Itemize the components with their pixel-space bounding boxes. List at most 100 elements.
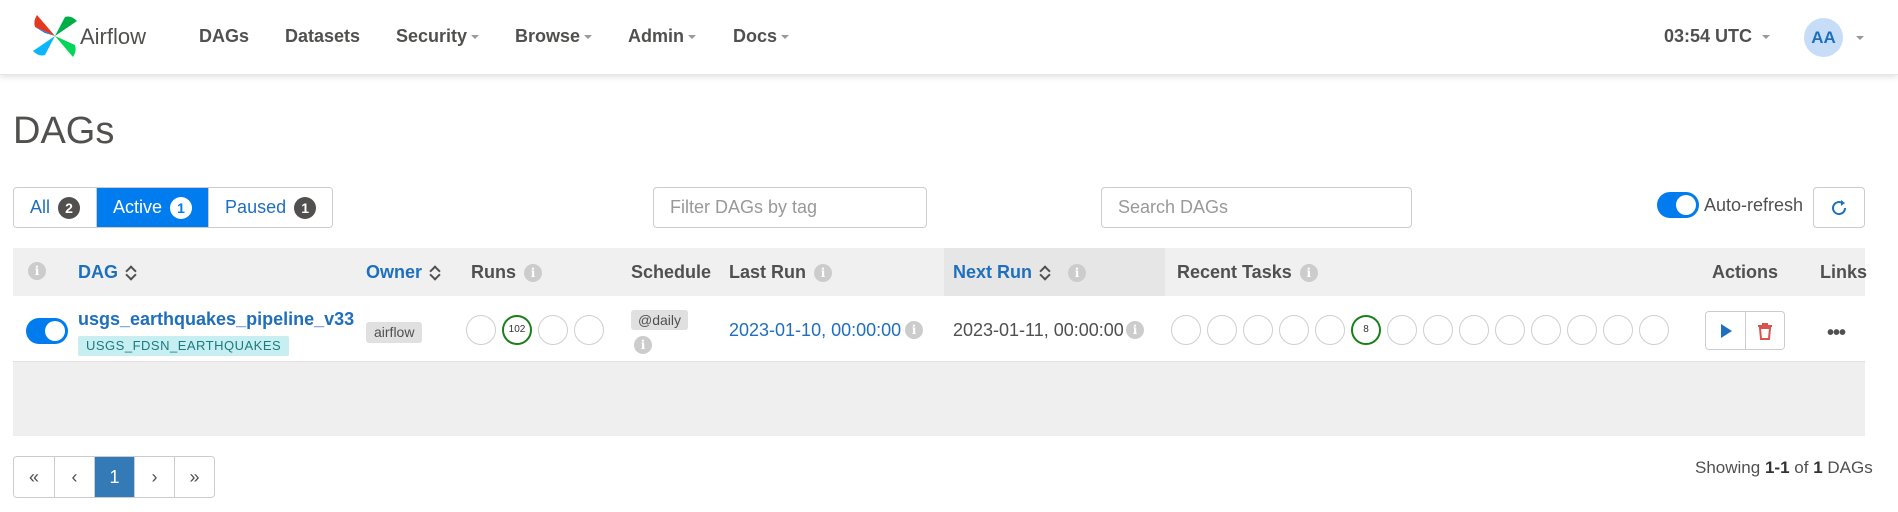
- sort-icon: [430, 264, 440, 282]
- run-state-circle[interactable]: [574, 315, 604, 345]
- nav-dags[interactable]: DAGs: [199, 26, 249, 47]
- table-empty-space: [13, 362, 1865, 436]
- dag-tag[interactable]: USGS_FDSN_EARTHQUAKES: [78, 336, 290, 356]
- actions-group: [1705, 311, 1785, 350]
- info-icon: i: [28, 262, 46, 280]
- trash-icon: [1758, 322, 1772, 340]
- pagination: « ‹ 1 › »: [13, 456, 215, 498]
- header-schedule: Schedule: [631, 262, 711, 283]
- sort-icon: [1040, 264, 1050, 282]
- nav-browse[interactable]: Browse: [515, 26, 593, 47]
- page-first-button[interactable]: «: [14, 457, 54, 497]
- chevron-down-icon: [1762, 35, 1771, 40]
- tag-filter-input[interactable]: Filter DAGs by tag: [653, 187, 927, 228]
- run-state-circle[interactable]: [466, 315, 496, 345]
- info-icon[interactable]: i: [1068, 263, 1087, 282]
- chevron-down-icon[interactable]: [1856, 36, 1864, 40]
- filter-paused-count: 1: [294, 196, 317, 219]
- brand-name[interactable]: Airflow: [80, 24, 146, 50]
- nav-admin-label: Admin: [628, 26, 684, 46]
- showing-total: 1: [1813, 458, 1823, 477]
- task-state-circle[interactable]: [1243, 315, 1273, 345]
- task-state-circle[interactable]: [1423, 315, 1453, 345]
- info-icon[interactable]: i: [814, 263, 833, 282]
- page-prev-button[interactable]: ‹: [54, 457, 94, 497]
- header-runs: Runs i: [471, 262, 542, 283]
- task-state-circle[interactable]: [1531, 315, 1561, 345]
- header-actions: Actions: [1712, 262, 1778, 283]
- run-state-circle-success[interactable]: 102: [502, 315, 532, 345]
- dag-pause-toggle[interactable]: [26, 318, 68, 344]
- play-icon: [1720, 323, 1732, 338]
- dag-id-link[interactable]: usgs_earthquakes_pipeline_v33: [78, 309, 354, 330]
- nav-docs[interactable]: Docs: [733, 26, 790, 47]
- header-dag-label: DAG: [78, 262, 118, 282]
- toggle-knob: [1676, 195, 1696, 215]
- task-state-circle[interactable]: [1459, 315, 1489, 345]
- toggle-knob: [45, 321, 65, 341]
- utc-clock[interactable]: 03:54 UTC: [1664, 26, 1771, 47]
- clock-label: 03:54 UTC: [1664, 26, 1753, 46]
- task-state-circle[interactable]: [1495, 315, 1525, 345]
- delete-dag-button[interactable]: [1745, 312, 1784, 349]
- refresh-button[interactable]: [1813, 187, 1865, 228]
- dag-search-input[interactable]: Search DAGs: [1101, 187, 1412, 228]
- page-title: DAGs: [13, 110, 115, 152]
- filter-paused-button[interactable]: Paused 1: [209, 188, 333, 227]
- task-state-circle[interactable]: [1387, 315, 1417, 345]
- info-icon[interactable]: i: [524, 263, 542, 282]
- owner-badge[interactable]: airflow: [366, 322, 423, 343]
- info-icon[interactable]: i: [634, 336, 652, 354]
- header-info[interactable]: i: [28, 262, 46, 280]
- task-state-circle[interactable]: [1279, 315, 1309, 345]
- task-state-circle[interactable]: [1603, 315, 1633, 345]
- last-run-link[interactable]: 2023-01-10, 00:00:00: [729, 320, 901, 341]
- header-runs-label: Runs: [471, 262, 516, 282]
- next-run-value: 2023-01-11, 00:00:00: [953, 320, 1124, 340]
- page-next-button[interactable]: ›: [134, 457, 174, 497]
- task-state-circle[interactable]: [1207, 315, 1237, 345]
- showing-summary: Showing 1-1 of 1 DAGs: [1695, 458, 1873, 478]
- nav-admin[interactable]: Admin: [628, 26, 696, 47]
- dag-table-header: [13, 248, 1865, 296]
- header-owner[interactable]: Owner: [366, 262, 440, 283]
- header-recent-tasks: Recent Tasks i: [1177, 262, 1318, 283]
- airflow-logo-icon[interactable]: [31, 13, 79, 59]
- filter-active-button[interactable]: Active 1: [97, 188, 210, 227]
- header-next-run[interactable]: Next Run i: [953, 262, 1087, 283]
- header-actions-label: Actions: [1712, 262, 1779, 282]
- chevron-down-icon: [584, 35, 593, 40]
- showing-suffix: DAGs: [1827, 458, 1873, 477]
- info-icon[interactable]: i: [1299, 263, 1318, 282]
- run-state-circle[interactable]: [538, 315, 568, 345]
- filter-all-button[interactable]: All 2: [14, 188, 98, 227]
- schedule-badge[interactable]: @daily: [631, 310, 689, 330]
- nav-datasets[interactable]: Datasets: [285, 26, 360, 47]
- more-links-icon[interactable]: •••: [1827, 322, 1846, 345]
- task-state-circle[interactable]: [1315, 315, 1345, 345]
- top-navbar: Airflow DAGs Datasets Security Browse Ad…: [0, 0, 1898, 75]
- task-state-circle[interactable]: [1567, 315, 1597, 345]
- page-current-button[interactable]: 1: [94, 457, 134, 497]
- showing-range: 1-1: [1764, 458, 1790, 477]
- task-state-circle-success[interactable]: 8: [1351, 315, 1381, 345]
- chevron-down-icon: [688, 35, 696, 40]
- filter-paused-label: Paused: [225, 197, 287, 217]
- user-avatar[interactable]: AA: [1804, 18, 1843, 57]
- chevron-down-icon: [781, 35, 790, 40]
- nav-security[interactable]: Security: [396, 26, 480, 47]
- task-state-circle[interactable]: [1171, 315, 1201, 345]
- chevron-down-icon: [471, 35, 480, 40]
- auto-refresh-toggle[interactable]: [1657, 192, 1699, 218]
- page-last-button[interactable]: »: [174, 457, 214, 497]
- auto-refresh-label: Auto-refresh: [1704, 195, 1804, 215]
- header-links-label: Links: [1820, 262, 1868, 282]
- task-state-circle[interactable]: [1639, 315, 1669, 345]
- header-dag[interactable]: DAG: [78, 262, 136, 283]
- trigger-dag-button[interactable]: [1706, 312, 1745, 349]
- header-owner-label: Owner: [366, 262, 423, 282]
- info-icon[interactable]: i: [1126, 321, 1144, 339]
- sort-icon: [126, 264, 136, 282]
- info-icon[interactable]: i: [905, 321, 923, 339]
- header-last-run: Last Run i: [729, 262, 833, 283]
